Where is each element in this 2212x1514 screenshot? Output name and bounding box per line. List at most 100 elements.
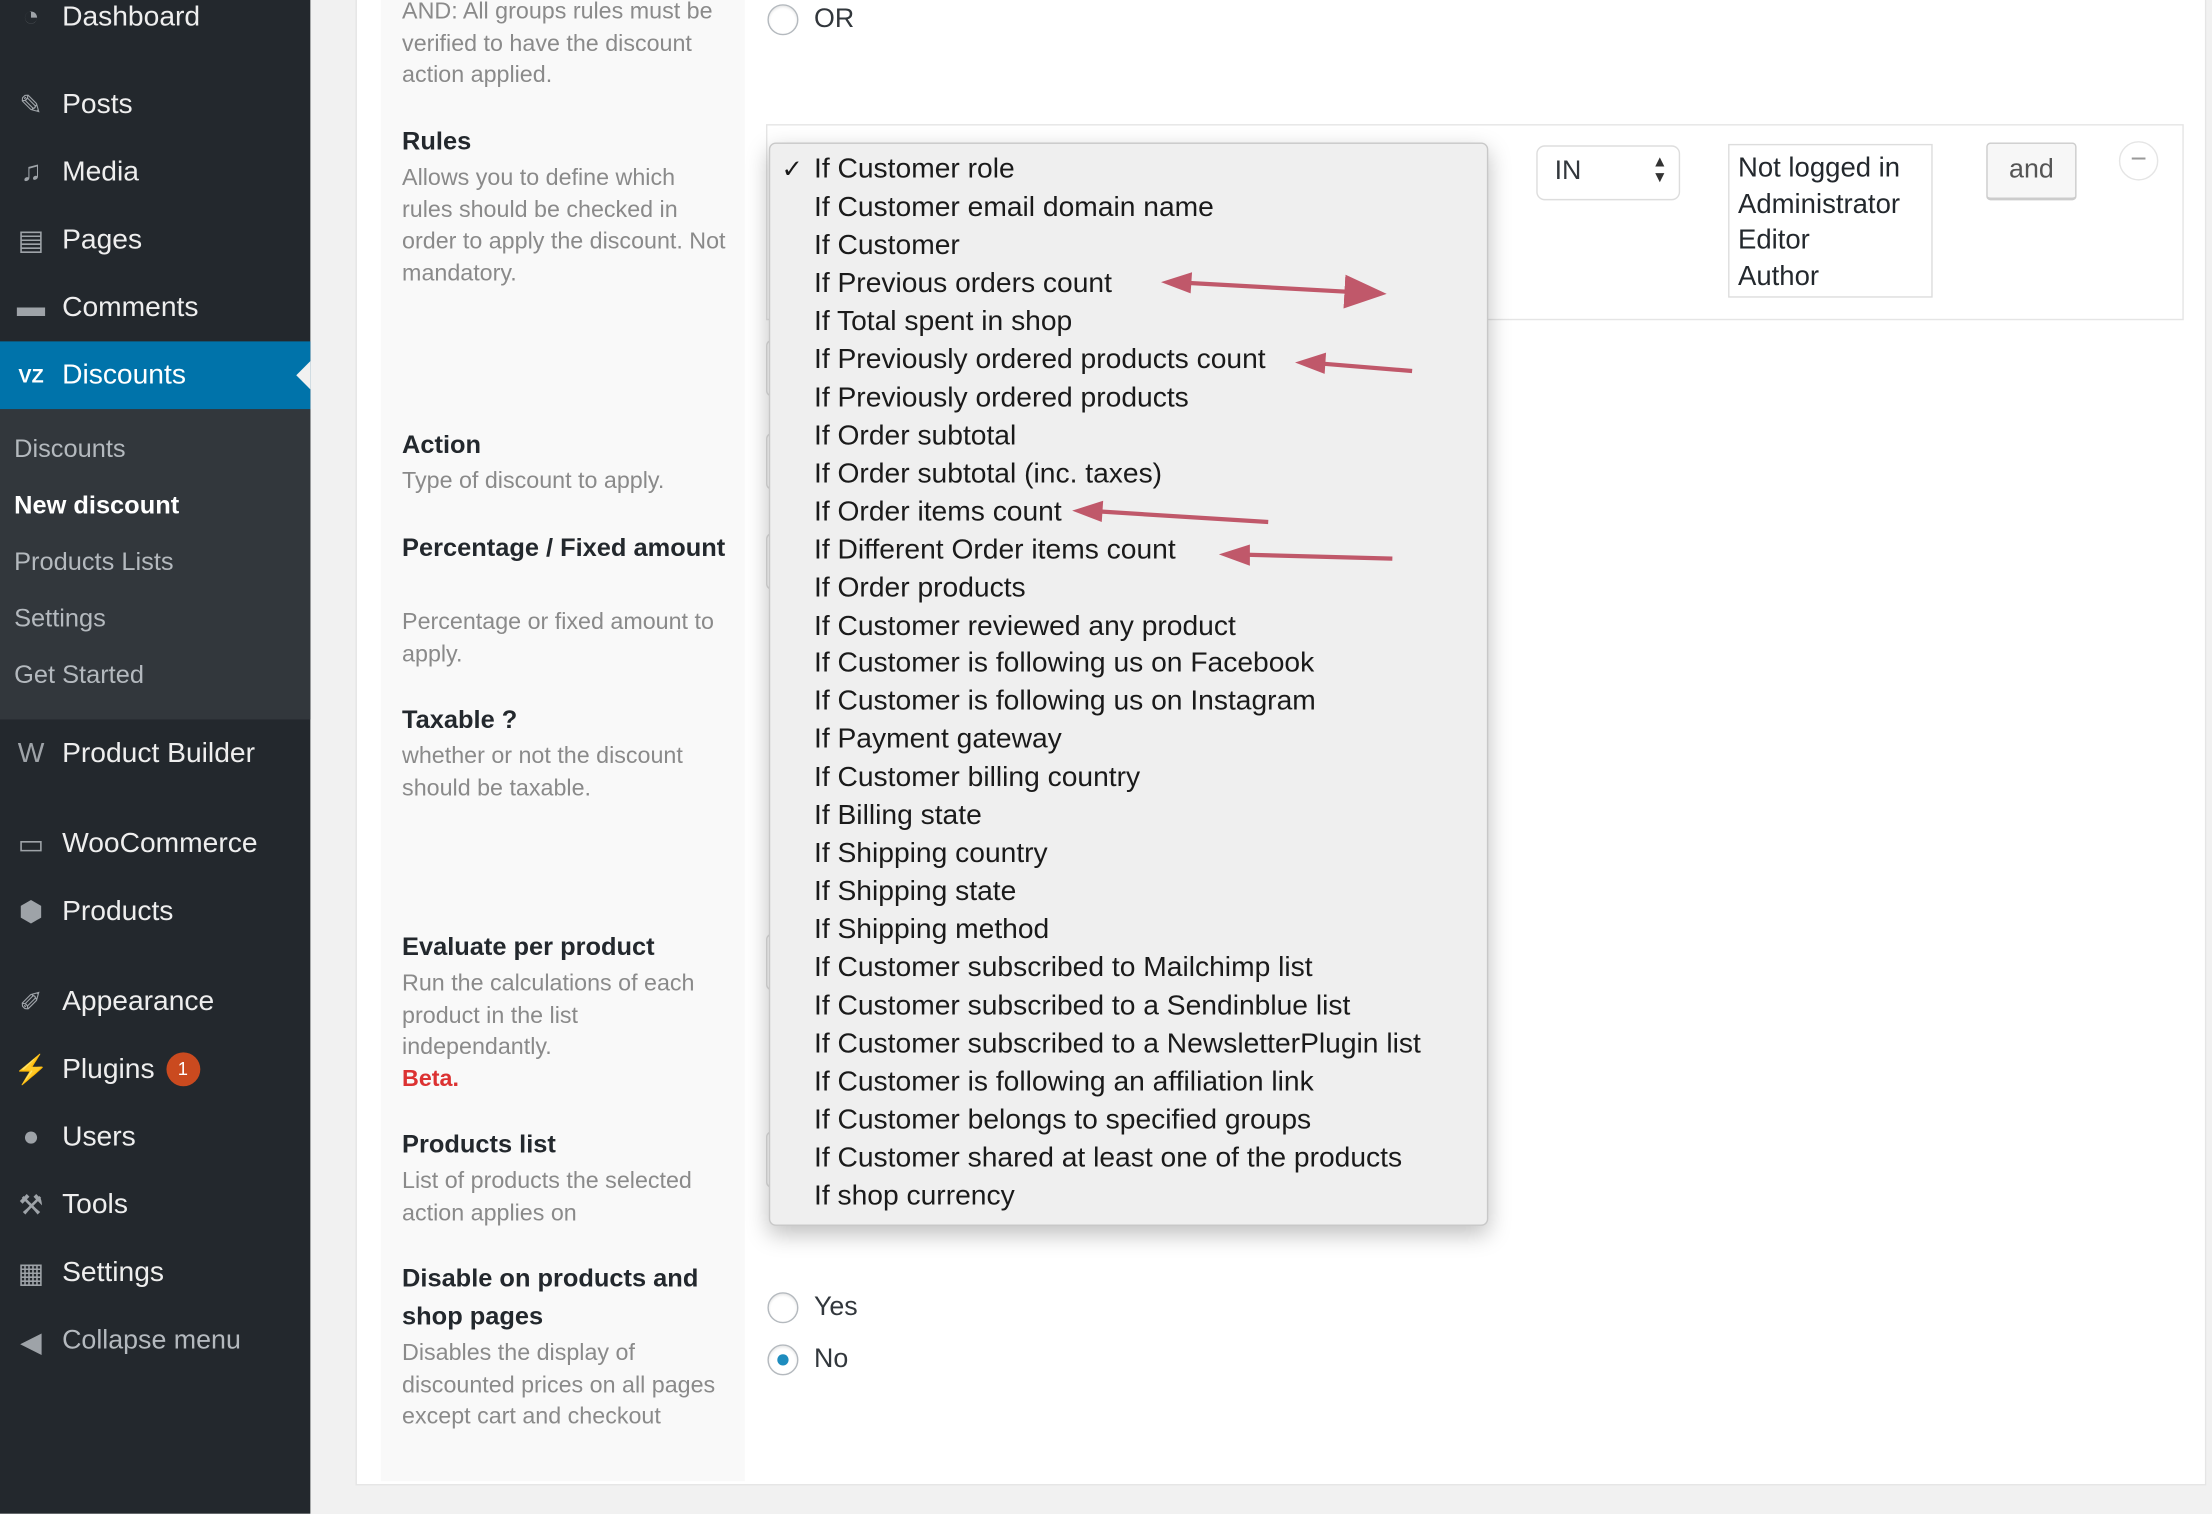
media-icon: ♫ <box>20 155 42 187</box>
sidebar-item-label: Settings <box>62 1256 165 1288</box>
sidebar-item-label: Products <box>62 895 174 927</box>
sidebar-item[interactable]: ▭ WooCommerce <box>0 813 310 875</box>
dropdown-option[interactable]: If Customer email domain name <box>814 192 1214 224</box>
discounts-logo-icon: VZ <box>18 363 44 387</box>
dropdown-option[interactable]: If Customer subscribed to a Sendinblue l… <box>814 990 1350 1022</box>
remove-rule-icon[interactable]: − <box>2118 141 2159 181</box>
sidebar-item[interactable]: ● Users <box>0 1106 310 1168</box>
dropdown-option[interactable]: If Billing state <box>814 800 982 832</box>
yes-label: Yes <box>813 1292 858 1322</box>
dropdown-option[interactable]: If Order subtotal (inc. taxes) <box>814 458 1162 490</box>
and-button[interactable]: and <box>1986 142 2077 201</box>
dropdown-option[interactable]: If Shipping method <box>814 914 1049 946</box>
wrench-icon: ⚒ <box>18 1189 44 1221</box>
taxable-description: whether or not the discount should be ta… <box>402 743 683 801</box>
dropdown-option[interactable]: If Customer subscribed to Mailchimp list <box>814 952 1313 984</box>
dropdown-option[interactable]: If Shipping state <box>814 876 1016 908</box>
beta-label: Beta. <box>402 1066 459 1092</box>
dropdown-option[interactable]: If shop currency <box>814 1181 1015 1213</box>
box-icon: ⬢ <box>18 896 44 928</box>
update-count-badge: 1 <box>165 1052 200 1087</box>
dropdown-option[interactable]: If Previously ordered products count <box>814 344 1266 376</box>
sidebar-item[interactable]: W Product Builder <box>0 722 310 784</box>
dropdown-option[interactable]: If Shipping country <box>814 838 1048 870</box>
role-option[interactable]: Administrator <box>1738 187 1923 223</box>
sidebar-item-label: Discounts <box>62 359 186 391</box>
yes-radio[interactable] <box>767 1292 799 1324</box>
sidebar-item[interactable]: ♫ Media <box>0 141 310 203</box>
sidebar-item-label: WooCommerce <box>62 827 258 859</box>
dropdown-option[interactable]: If Customer subscribed to a NewsletterPl… <box>814 1029 1421 1061</box>
sidebar-item-label: Tools <box>62 1188 128 1220</box>
role-option[interactable]: Author <box>1738 259 1923 295</box>
sidebar-item[interactable]: ✎ Posts <box>0 73 310 135</box>
dropdown-option[interactable]: If Customer role <box>814 154 1015 186</box>
dropdown-option[interactable]: If Customer reviewed any product <box>814 610 1236 642</box>
role-multiselect[interactable]: Not logged in Administrator Editor Autho… <box>1728 143 1933 298</box>
sidebar-item[interactable]: ▦ Settings <box>0 1241 310 1303</box>
role-option[interactable]: Not logged in <box>1738 151 1923 187</box>
or-radio[interactable] <box>767 4 799 36</box>
operator-value: IN <box>1554 156 1582 187</box>
sidebar-item[interactable]: ▤ Pages <box>0 209 310 271</box>
submenu-item[interactable]: New discount <box>14 491 179 521</box>
sidebar-item[interactable]: ▬ Comments <box>0 276 310 338</box>
sidebar-item[interactable]: VZ Discounts <box>0 341 311 410</box>
products-list-description: List of products the selected action app… <box>402 1168 692 1226</box>
dropdown-option[interactable]: If Customer shared at least one of the p… <box>814 1143 1402 1175</box>
user-icon: ● <box>22 1120 40 1152</box>
dropdown-option[interactable]: If Previously ordered products <box>814 382 1189 414</box>
dropdown-option[interactable]: If Previous orders count <box>814 268 1112 300</box>
sidebar-item-label: Comments <box>62 291 199 323</box>
dropdown-option[interactable]: If Customer is following us on Facebook <box>814 648 1314 680</box>
dropdown-option[interactable]: If Customer billing country <box>814 762 1140 794</box>
product-builder-logo-icon: W <box>17 737 45 769</box>
submenu-item[interactable]: Discounts <box>14 434 125 464</box>
no-label: No <box>813 1344 849 1375</box>
dropdown-option[interactable]: If Order items count <box>814 496 1062 528</box>
role-option[interactable]: Editor <box>1738 223 1923 259</box>
sidebar-item[interactable]: ⚒ Tools <box>0 1174 310 1236</box>
amount-description: Percentage or fixed amount to apply. <box>402 609 714 667</box>
pages-icon: ▤ <box>17 225 45 257</box>
dropdown-option[interactable]: If Order subtotal <box>814 420 1016 452</box>
sidebar-item[interactable]: ◔ Dashboard <box>0 0 310 48</box>
rule-type-dropdown[interactable]: ✓ If Customer role If Customer email doma… <box>768 142 1489 1226</box>
action-description: Type of discount to apply. <box>402 468 665 494</box>
sidebar-item-label: Posts <box>62 88 133 120</box>
action-title: Action <box>402 430 482 459</box>
dropdown-option[interactable]: If Customer is following us on Instagram <box>814 686 1316 718</box>
sidebar-item[interactable]: ⬢ Products <box>0 880 310 942</box>
sidebar-item-label: Product Builder <box>62 737 255 769</box>
dropdown-option[interactable]: If Customer belongs to specified groups <box>814 1105 1311 1137</box>
dropdown-option[interactable]: If Payment gateway <box>814 724 1062 756</box>
dropdown-option[interactable]: If Total spent in shop <box>814 306 1072 338</box>
sidebar-item-label: Appearance <box>62 985 215 1017</box>
sidebar-item-label: Collapse menu <box>62 1326 241 1356</box>
dropdown-option[interactable]: If Customer <box>814 230 960 262</box>
rules-title: Rules <box>402 126 472 156</box>
operator-select[interactable]: IN ▲ ▼ <box>1536 145 1681 201</box>
disable-description: Disables the display of discounted price… <box>402 1340 716 1430</box>
sidebar-item-label: Dashboard <box>62 0 201 32</box>
sidebar-item-label: Pages <box>62 223 143 255</box>
submenu-item[interactable]: Settings <box>14 604 106 634</box>
no-radio[interactable] <box>767 1344 799 1376</box>
settings-icon: ▦ <box>17 1257 45 1289</box>
dropdown-option[interactable]: If Different Order items count <box>814 534 1176 566</box>
dropdown-option[interactable]: If Order products <box>814 572 1026 604</box>
or-label: OR <box>813 4 855 34</box>
submenu-item[interactable]: Get Started <box>14 660 144 690</box>
evaluate-description: Run the calculations of each product in … <box>402 970 695 1060</box>
collapse-icon: ◀ <box>20 1326 42 1358</box>
sidebar-item[interactable]: ◀ Collapse menu <box>0 1311 310 1373</box>
submenu-item[interactable]: Products Lists <box>14 547 173 577</box>
products-list-title: Products list <box>402 1129 556 1159</box>
sidebar-item[interactable]: ⚡ Plugins 1 <box>0 1038 310 1100</box>
rules-description: Allows you to define which rules should … <box>402 165 726 286</box>
comment-icon: ▬ <box>16 291 46 323</box>
sidebar-item[interactable]: ✐ Appearance <box>0 971 310 1033</box>
updown-arrows-icon: ▲ ▼ <box>1652 153 1668 187</box>
dashboard-icon: ◔ <box>22 0 40 32</box>
dropdown-option[interactable]: If Customer is following an affiliation … <box>814 1067 1314 1099</box>
